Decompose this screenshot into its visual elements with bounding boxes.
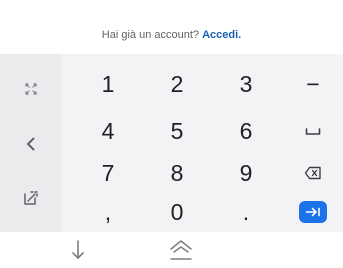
key-1[interactable]: 1 — [85, 64, 131, 104]
space-key[interactable] — [293, 111, 333, 151]
numeric-keyboard: 1 2 3 − 4 5 6 7 8 9 , 0 . — [0, 54, 343, 232]
expand-keyboard-button[interactable] — [18, 76, 44, 102]
tab-arrow-icon — [305, 207, 320, 217]
account-prompt-text: Hai già un account? — [101, 29, 200, 41]
home-icon — [170, 240, 192, 260]
cursor-left-button[interactable] — [18, 131, 44, 157]
account-prompt: Hai già un account? Accedi. — [0, 28, 343, 42]
key-period[interactable]: . — [223, 193, 269, 231]
next-field-pill — [299, 201, 327, 223]
space-icon — [305, 128, 321, 135]
expand-keyboard-icon — [25, 83, 37, 95]
key-comma[interactable]: , — [85, 193, 131, 231]
key-7[interactable]: 7 — [85, 153, 131, 193]
backspace-icon — [304, 166, 321, 180]
navigation-bar — [0, 232, 343, 268]
key-3[interactable]: 3 — [223, 64, 269, 104]
chevron-left-icon — [27, 137, 35, 151]
key-2[interactable]: 2 — [154, 64, 200, 104]
key-9[interactable]: 9 — [223, 153, 269, 193]
key-minus[interactable]: − — [293, 64, 333, 104]
home-button[interactable] — [166, 236, 196, 264]
key-8[interactable]: 8 — [154, 153, 200, 193]
key-5[interactable]: 5 — [154, 111, 200, 151]
edit-text-icon — [24, 191, 38, 205]
login-link[interactable]: Accedi. — [202, 29, 241, 41]
backspace-key[interactable] — [293, 153, 333, 193]
key-4[interactable]: 4 — [85, 111, 131, 151]
key-6[interactable]: 6 — [223, 111, 269, 151]
hide-keyboard-icon — [72, 240, 84, 259]
key-0[interactable]: 0 — [154, 193, 200, 231]
signup-footer: Hai già un account? Accedi. — [0, 0, 343, 54]
hide-keyboard-button[interactable] — [66, 236, 90, 264]
next-field-key[interactable] — [293, 195, 333, 229]
edit-text-button[interactable] — [18, 185, 44, 211]
